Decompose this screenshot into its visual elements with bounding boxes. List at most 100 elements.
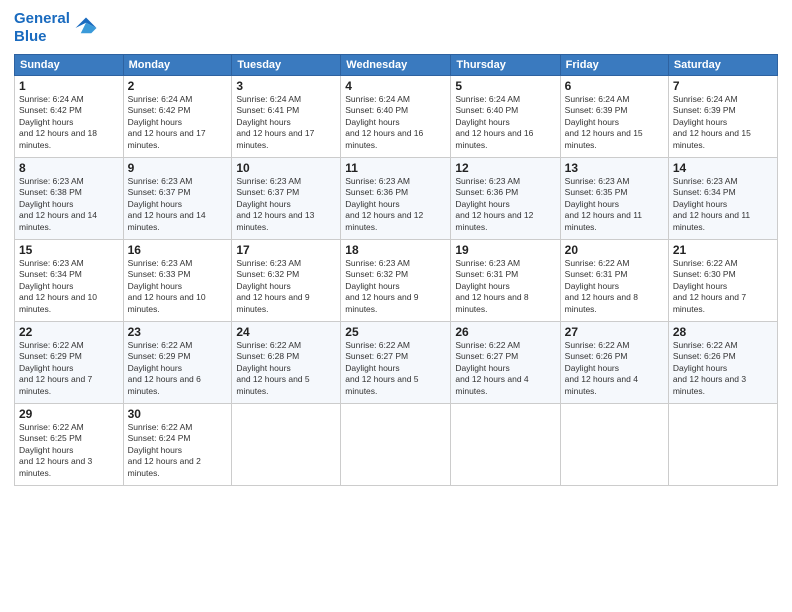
- calendar-header-monday: Monday: [123, 55, 232, 76]
- calendar-cell: 21 Sunrise: 6:22 AM Sunset: 6:30 PM Dayl…: [668, 240, 777, 322]
- calendar-header-row: SundayMondayTuesdayWednesdayThursdayFrid…: [15, 55, 778, 76]
- calendar-cell: [451, 404, 560, 486]
- calendar-cell: 10 Sunrise: 6:23 AM Sunset: 6:37 PM Dayl…: [232, 158, 341, 240]
- day-detail: Sunrise: 6:22 AM Sunset: 6:26 PM Dayligh…: [673, 340, 773, 397]
- day-detail: Sunrise: 6:22 AM Sunset: 6:29 PM Dayligh…: [19, 340, 119, 397]
- page: GeneralBlue SundayMondayTuesdayWednesday…: [0, 0, 792, 612]
- calendar-header-saturday: Saturday: [668, 55, 777, 76]
- day-detail: Sunrise: 6:23 AM Sunset: 6:32 PM Dayligh…: [345, 258, 446, 315]
- day-number: 17: [236, 243, 336, 257]
- calendar-cell: 4 Sunrise: 6:24 AM Sunset: 6:40 PM Dayli…: [341, 76, 451, 158]
- calendar-cell: 16 Sunrise: 6:23 AM Sunset: 6:33 PM Dayl…: [123, 240, 232, 322]
- calendar-week-row: 8 Sunrise: 6:23 AM Sunset: 6:38 PM Dayli…: [15, 158, 778, 240]
- day-number: 5: [455, 79, 555, 93]
- day-number: 7: [673, 79, 773, 93]
- day-detail: Sunrise: 6:24 AM Sunset: 6:40 PM Dayligh…: [455, 94, 555, 151]
- calendar-cell: 29 Sunrise: 6:22 AM Sunset: 6:25 PM Dayl…: [15, 404, 124, 486]
- day-detail: Sunrise: 6:24 AM Sunset: 6:42 PM Dayligh…: [19, 94, 119, 151]
- day-number: 27: [565, 325, 664, 339]
- calendar-cell: 12 Sunrise: 6:23 AM Sunset: 6:36 PM Dayl…: [451, 158, 560, 240]
- calendar-cell: [232, 404, 341, 486]
- calendar-header-friday: Friday: [560, 55, 668, 76]
- day-detail: Sunrise: 6:23 AM Sunset: 6:37 PM Dayligh…: [236, 176, 336, 233]
- calendar-cell: 18 Sunrise: 6:23 AM Sunset: 6:32 PM Dayl…: [341, 240, 451, 322]
- calendar-cell: 22 Sunrise: 6:22 AM Sunset: 6:29 PM Dayl…: [15, 322, 124, 404]
- calendar-cell: 19 Sunrise: 6:23 AM Sunset: 6:31 PM Dayl…: [451, 240, 560, 322]
- day-detail: Sunrise: 6:23 AM Sunset: 6:34 PM Dayligh…: [673, 176, 773, 233]
- calendar-table: SundayMondayTuesdayWednesdayThursdayFrid…: [14, 54, 778, 486]
- day-number: 15: [19, 243, 119, 257]
- calendar-cell: 28 Sunrise: 6:22 AM Sunset: 6:26 PM Dayl…: [668, 322, 777, 404]
- day-detail: Sunrise: 6:23 AM Sunset: 6:37 PM Dayligh…: [128, 176, 228, 233]
- day-detail: Sunrise: 6:22 AM Sunset: 6:30 PM Dayligh…: [673, 258, 773, 315]
- calendar-cell: 5 Sunrise: 6:24 AM Sunset: 6:40 PM Dayli…: [451, 76, 560, 158]
- day-detail: Sunrise: 6:22 AM Sunset: 6:28 PM Dayligh…: [236, 340, 336, 397]
- day-number: 10: [236, 161, 336, 175]
- calendar-cell: 27 Sunrise: 6:22 AM Sunset: 6:26 PM Dayl…: [560, 322, 668, 404]
- day-number: 21: [673, 243, 773, 257]
- day-number: 2: [128, 79, 228, 93]
- day-detail: Sunrise: 6:23 AM Sunset: 6:31 PM Dayligh…: [455, 258, 555, 315]
- calendar-cell: 24 Sunrise: 6:22 AM Sunset: 6:28 PM Dayl…: [232, 322, 341, 404]
- day-number: 8: [19, 161, 119, 175]
- day-detail: Sunrise: 6:24 AM Sunset: 6:41 PM Dayligh…: [236, 94, 336, 151]
- day-number: 4: [345, 79, 446, 93]
- day-number: 24: [236, 325, 336, 339]
- day-detail: Sunrise: 6:23 AM Sunset: 6:35 PM Dayligh…: [565, 176, 664, 233]
- day-detail: Sunrise: 6:22 AM Sunset: 6:29 PM Dayligh…: [128, 340, 228, 397]
- calendar-cell: 20 Sunrise: 6:22 AM Sunset: 6:31 PM Dayl…: [560, 240, 668, 322]
- calendar-cell: 3 Sunrise: 6:24 AM Sunset: 6:41 PM Dayli…: [232, 76, 341, 158]
- day-detail: Sunrise: 6:23 AM Sunset: 6:34 PM Dayligh…: [19, 258, 119, 315]
- day-number: 16: [128, 243, 228, 257]
- day-number: 30: [128, 407, 228, 421]
- logo-icon: [72, 14, 100, 42]
- calendar-cell: 26 Sunrise: 6:22 AM Sunset: 6:27 PM Dayl…: [451, 322, 560, 404]
- day-number: 14: [673, 161, 773, 175]
- day-number: 11: [345, 161, 446, 175]
- day-detail: Sunrise: 6:22 AM Sunset: 6:31 PM Dayligh…: [565, 258, 664, 315]
- calendar-cell: 8 Sunrise: 6:23 AM Sunset: 6:38 PM Dayli…: [15, 158, 124, 240]
- calendar-header-sunday: Sunday: [15, 55, 124, 76]
- calendar-header-tuesday: Tuesday: [232, 55, 341, 76]
- day-number: 3: [236, 79, 336, 93]
- day-number: 9: [128, 161, 228, 175]
- day-number: 26: [455, 325, 555, 339]
- calendar-cell: 14 Sunrise: 6:23 AM Sunset: 6:34 PM Dayl…: [668, 158, 777, 240]
- day-detail: Sunrise: 6:24 AM Sunset: 6:39 PM Dayligh…: [673, 94, 773, 151]
- day-detail: Sunrise: 6:22 AM Sunset: 6:26 PM Dayligh…: [565, 340, 664, 397]
- calendar-cell: 7 Sunrise: 6:24 AM Sunset: 6:39 PM Dayli…: [668, 76, 777, 158]
- calendar-week-row: 15 Sunrise: 6:23 AM Sunset: 6:34 PM Dayl…: [15, 240, 778, 322]
- day-number: 23: [128, 325, 228, 339]
- calendar-cell: [668, 404, 777, 486]
- day-detail: Sunrise: 6:24 AM Sunset: 6:42 PM Dayligh…: [128, 94, 228, 151]
- calendar-cell: 9 Sunrise: 6:23 AM Sunset: 6:37 PM Dayli…: [123, 158, 232, 240]
- calendar-cell: 17 Sunrise: 6:23 AM Sunset: 6:32 PM Dayl…: [232, 240, 341, 322]
- day-number: 13: [565, 161, 664, 175]
- day-detail: Sunrise: 6:23 AM Sunset: 6:36 PM Dayligh…: [455, 176, 555, 233]
- header: GeneralBlue: [14, 10, 778, 46]
- day-detail: Sunrise: 6:23 AM Sunset: 6:36 PM Dayligh…: [345, 176, 446, 233]
- logo-text: GeneralBlue: [14, 10, 70, 46]
- calendar-cell: 6 Sunrise: 6:24 AM Sunset: 6:39 PM Dayli…: [560, 76, 668, 158]
- calendar-cell: 2 Sunrise: 6:24 AM Sunset: 6:42 PM Dayli…: [123, 76, 232, 158]
- day-number: 12: [455, 161, 555, 175]
- day-detail: Sunrise: 6:23 AM Sunset: 6:38 PM Dayligh…: [19, 176, 119, 233]
- day-detail: Sunrise: 6:22 AM Sunset: 6:25 PM Dayligh…: [19, 422, 119, 479]
- calendar-cell: [560, 404, 668, 486]
- day-number: 20: [565, 243, 664, 257]
- day-number: 18: [345, 243, 446, 257]
- day-detail: Sunrise: 6:22 AM Sunset: 6:27 PM Dayligh…: [345, 340, 446, 397]
- day-detail: Sunrise: 6:24 AM Sunset: 6:40 PM Dayligh…: [345, 94, 446, 151]
- calendar-cell: 13 Sunrise: 6:23 AM Sunset: 6:35 PM Dayl…: [560, 158, 668, 240]
- calendar-week-row: 1 Sunrise: 6:24 AM Sunset: 6:42 PM Dayli…: [15, 76, 778, 158]
- day-detail: Sunrise: 6:22 AM Sunset: 6:24 PM Dayligh…: [128, 422, 228, 479]
- calendar-header-wednesday: Wednesday: [341, 55, 451, 76]
- calendar-cell: [341, 404, 451, 486]
- day-number: 1: [19, 79, 119, 93]
- calendar-week-row: 22 Sunrise: 6:22 AM Sunset: 6:29 PM Dayl…: [15, 322, 778, 404]
- calendar-cell: 11 Sunrise: 6:23 AM Sunset: 6:36 PM Dayl…: [341, 158, 451, 240]
- day-number: 28: [673, 325, 773, 339]
- calendar-cell: 15 Sunrise: 6:23 AM Sunset: 6:34 PM Dayl…: [15, 240, 124, 322]
- day-number: 25: [345, 325, 446, 339]
- logo: GeneralBlue: [14, 10, 100, 46]
